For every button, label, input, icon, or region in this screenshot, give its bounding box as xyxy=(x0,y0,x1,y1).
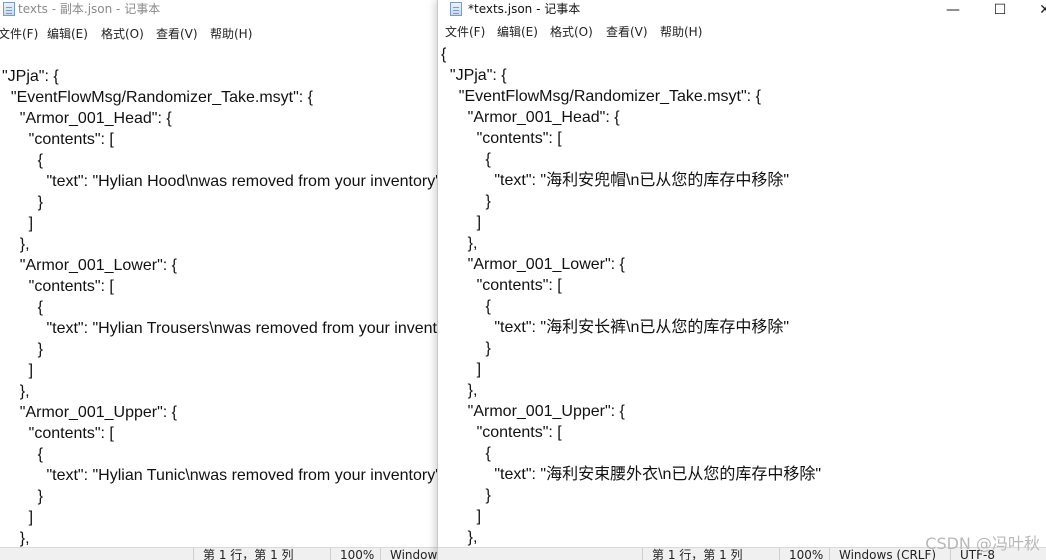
status-position: 第 1 行，第 1 列 xyxy=(193,548,294,560)
window-title: texts - 副本.json - 记事本 xyxy=(18,2,161,16)
code-line: { xyxy=(2,299,43,316)
status-zoom: 100% xyxy=(779,548,823,560)
menu-format[interactable]: 格式(O) xyxy=(550,25,593,39)
code-line: "Armor_001_Head": { xyxy=(2,110,172,127)
code-line: "JPja": { xyxy=(441,67,507,84)
menu-edit[interactable]: 编辑(E) xyxy=(47,27,88,41)
code-line: { xyxy=(441,151,491,168)
status-zoom: 100% xyxy=(330,548,374,560)
code-line: }, xyxy=(2,236,30,253)
notepad-icon xyxy=(450,2,462,16)
code-line: "EventFlowMsg/Randomizer_Take.msyt": { xyxy=(441,88,761,105)
code-line: "contents": [ xyxy=(441,130,562,147)
code-line: "Armor_001_Lower": { xyxy=(2,257,177,274)
title-bar[interactable]: *texts.json - 记事本 — ☐ ✕ xyxy=(438,0,1046,20)
editor-text: { "JPja": { "EventFlowMsg/Randomizer_Tak… xyxy=(441,44,821,547)
status-line-ending: Windows xyxy=(380,548,438,560)
code-line: } xyxy=(2,488,43,505)
code-line: }, xyxy=(441,529,478,546)
code-line: "text": "海利安束腰外衣\n已从您的库存中移除" xyxy=(441,466,822,483)
minimize-button[interactable]: — xyxy=(930,0,976,20)
code-line: "Armor_001_Upper": { xyxy=(2,404,177,421)
code-line: "Armor_001_Upper": { xyxy=(441,403,625,420)
menu-view[interactable]: 查看(V) xyxy=(606,25,648,39)
text-editor[interactable]: "JPja": { "EventFlowMsg/Randomizer_Take.… xyxy=(0,64,438,547)
code-line: } xyxy=(441,340,491,357)
menu-help[interactable]: 帮助(H) xyxy=(210,27,252,41)
menu-bar: 文件(F) 编辑(E) 格式(O) 查看(V) 帮助(H) xyxy=(438,22,1046,42)
status-bar: 第 1 行，第 1 列 100% Windows xyxy=(0,547,438,560)
code-line: } xyxy=(2,194,43,211)
code-line: ] xyxy=(441,508,482,525)
menu-edit[interactable]: 编辑(E) xyxy=(497,25,538,39)
code-line: "contents": [ xyxy=(441,424,562,441)
status-line-ending: Windows (CRLF) xyxy=(829,548,936,560)
code-line: "JPja": { xyxy=(2,68,59,85)
menu-format[interactable]: 格式(O) xyxy=(101,27,144,41)
code-line: "text": "海利安兜帽\n已从您的库存中移除" xyxy=(441,172,790,189)
code-line: "text": "海利安长裤\n已从您的库存中移除" xyxy=(441,319,790,336)
watermark: CSDN @冯叶秋 xyxy=(925,534,1040,553)
code-line: }, xyxy=(441,235,478,252)
code-line: "Armor_001_Lower": { xyxy=(441,256,625,273)
text-editor[interactable]: { "JPja": { "EventFlowMsg/Randomizer_Tak… xyxy=(438,42,1046,547)
code-line: } xyxy=(2,341,43,358)
code-line: "Armor_001_Head": { xyxy=(441,109,620,126)
code-line: ] xyxy=(441,214,482,231)
notepad-window-front[interactable]: *texts.json - 记事本 — ☐ ✕ 文件(F) 编辑(E) 格式(O… xyxy=(438,0,1046,560)
code-line: { xyxy=(441,445,491,462)
menu-view[interactable]: 查看(V) xyxy=(156,27,198,41)
notepad-window-back[interactable]: texts - 副本.json - 记事本 文件(F) 编辑(E) 格式(O) … xyxy=(0,0,438,560)
code-line: ] xyxy=(441,361,482,378)
code-line: ] xyxy=(2,362,34,379)
menu-file[interactable]: 文件(F) xyxy=(445,25,485,39)
code-line: ] xyxy=(2,215,34,232)
code-line: ] xyxy=(2,509,34,526)
code-line: }, xyxy=(2,383,30,400)
code-line: "text": "Hylian Trousers\nwas removed fr… xyxy=(2,320,438,337)
code-line: "text": "Hylian Hood\nwas removed from y… xyxy=(2,173,438,190)
maximize-button[interactable]: ☐ xyxy=(977,0,1023,20)
code-line: } xyxy=(441,487,491,504)
menu-help[interactable]: 帮助(H) xyxy=(660,25,702,39)
code-line: }, xyxy=(2,530,30,547)
code-line: "contents": [ xyxy=(2,278,114,295)
close-button[interactable]: ✕ xyxy=(1022,0,1046,20)
code-line: "EventFlowMsg/Randomizer_Take.msyt": { xyxy=(2,89,314,106)
code-line: } xyxy=(441,193,491,210)
code-line: { xyxy=(2,152,43,169)
code-line: { xyxy=(441,298,491,315)
window-title: *texts.json - 记事本 xyxy=(468,2,581,16)
code-line: { xyxy=(441,46,447,63)
editor-text: "JPja": { "EventFlowMsg/Randomizer_Take.… xyxy=(2,66,438,547)
menu-file[interactable]: 文件(F) xyxy=(0,27,38,41)
code-line: { xyxy=(2,446,43,463)
title-bar[interactable]: texts - 副本.json - 记事本 xyxy=(0,0,438,20)
code-line: "contents": [ xyxy=(2,131,114,148)
notepad-icon xyxy=(3,2,15,16)
menu-bar: 文件(F) 编辑(E) 格式(O) 查看(V) 帮助(H) xyxy=(0,24,438,44)
status-position: 第 1 行，第 1 列 xyxy=(642,548,743,560)
code-line: "text": "Hylian Tunic\nwas removed from … xyxy=(2,467,438,484)
code-line: }, xyxy=(441,382,478,399)
code-line: "contents": [ xyxy=(2,425,114,442)
code-line: "contents": [ xyxy=(441,277,562,294)
